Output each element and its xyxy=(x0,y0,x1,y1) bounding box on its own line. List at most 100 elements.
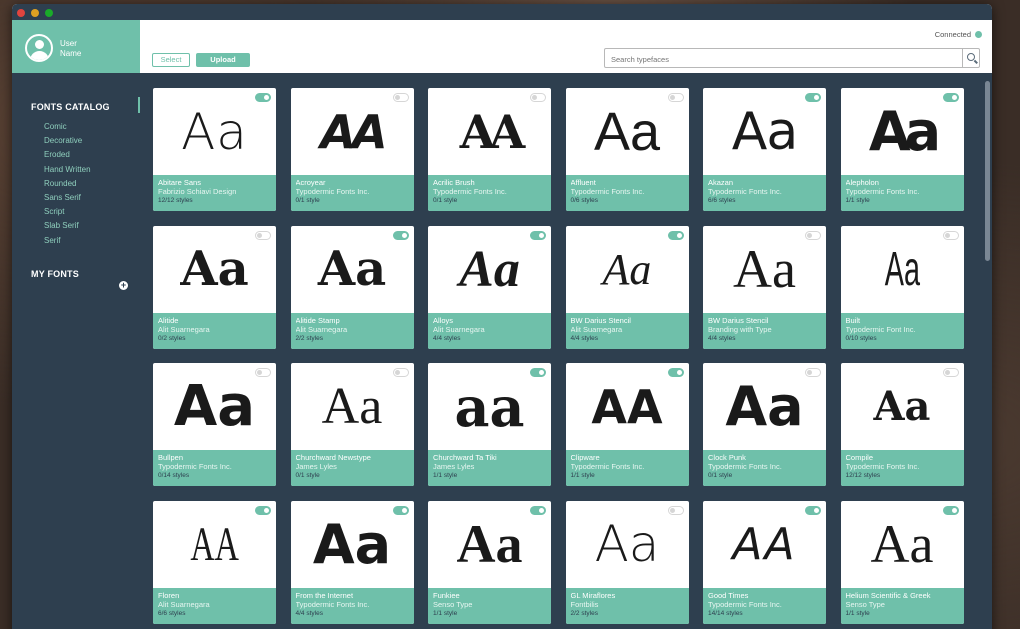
font-enable-toggle[interactable] xyxy=(530,368,546,377)
scrollbar[interactable] xyxy=(985,81,990,261)
sidebar-category-item[interactable]: Eroded xyxy=(44,148,91,162)
plus-circle-icon[interactable]: + xyxy=(119,281,128,290)
font-name: Clock Punk xyxy=(708,453,746,462)
font-card[interactable]: AA Good Times Typodermic Fonts Inc. 14/14 s… xyxy=(703,500,826,624)
font-style-count: 6/6 styles xyxy=(158,609,186,617)
font-sample: Aa xyxy=(321,378,383,435)
font-enable-toggle[interactable] xyxy=(530,230,546,240)
font-enable-toggle[interactable] xyxy=(667,368,684,377)
font-enable-toggle[interactable] xyxy=(255,368,271,377)
font-sample: AA xyxy=(320,104,387,159)
font-card[interactable]: Aa Akazan Typodermic Fonts Inc. 6/6 styles xyxy=(703,88,826,211)
select-button[interactable]: Select xyxy=(152,53,190,67)
font-enable-toggle[interactable] xyxy=(805,505,821,515)
maximize-window-button[interactable] xyxy=(45,9,53,17)
font-info: Clipware Typodermic Fonts Inc. 1/1 style xyxy=(565,450,689,486)
font-card[interactable]: AA Acrilic Brush Typodermic Fonts Inc. 0/1 … xyxy=(428,88,551,211)
sidebar-category-item[interactable]: Decorative xyxy=(44,134,91,148)
sidebar-category-item[interactable]: Sans Serif xyxy=(44,191,91,205)
font-card[interactable]: Aa GL Miraflores Fontbilis 2/2 styles xyxy=(565,500,689,624)
font-enable-toggle[interactable] xyxy=(942,368,959,377)
font-sample: Aa xyxy=(602,244,652,294)
font-enable-toggle[interactable] xyxy=(392,93,409,102)
font-card[interactable]: Aa Compile Typodermic Fonts Inc. 12/12 styl… xyxy=(840,363,964,486)
sidebar-category-item[interactable]: Script xyxy=(44,205,91,219)
font-info: Clock Punk Typodermic Fonts Inc. 0/1 style xyxy=(703,450,826,486)
font-enable-toggle[interactable] xyxy=(805,230,821,240)
font-info: Acroyear Typodermic Fonts Inc. 0/1 style xyxy=(290,175,414,211)
search-field xyxy=(604,48,964,69)
search-button[interactable] xyxy=(962,48,980,68)
font-style-count: 0/1 style xyxy=(708,472,733,479)
font-name: Good Times xyxy=(708,590,749,600)
font-enable-toggle[interactable] xyxy=(255,93,271,102)
font-style-count: 1/1 style xyxy=(433,609,458,617)
font-card[interactable]: Aa From the Internet Typodermic Fonts Inc.… xyxy=(290,500,414,624)
sidebar-category-item[interactable]: Rounded xyxy=(44,177,91,191)
font-card[interactable]: Aa Funkiee Senso Type 1/1 style xyxy=(428,500,551,624)
font-card[interactable]: Aa Alepholon Typodermic Fonts Inc. 1/1 styl… xyxy=(840,88,964,211)
font-sample: Aa xyxy=(868,100,941,163)
font-card[interactable]: Aa Helium Scientific & Greek Senso Type 1/1… xyxy=(840,500,964,624)
user-name-last: Name xyxy=(60,49,82,58)
my-fonts-heading[interactable]: MY FONTS xyxy=(31,269,79,279)
font-card[interactable]: Aa Bullpen Typodermic Fonts Inc. 0/14 style… xyxy=(153,363,276,486)
font-foundry: Typodermic Font Inc. xyxy=(845,324,916,334)
font-card[interactable]: Aa Alloys Alit Suarnegara 4/4 styles xyxy=(428,225,551,349)
font-card[interactable]: Aa Alitide Stamp Alit Suarnegara 2/2 styles xyxy=(290,225,414,349)
font-style-count: 14/14 styles xyxy=(708,609,743,617)
font-enable-toggle[interactable] xyxy=(667,505,684,515)
font-style-count: 0/1 style xyxy=(295,472,320,479)
font-enable-toggle[interactable] xyxy=(255,505,271,515)
font-name: Funkiee xyxy=(433,590,460,600)
minimize-window-button[interactable] xyxy=(31,9,39,17)
font-enable-toggle[interactable] xyxy=(942,93,959,102)
font-enable-toggle[interactable] xyxy=(392,505,409,515)
font-enable-toggle[interactable] xyxy=(805,368,821,377)
font-enable-toggle[interactable] xyxy=(942,505,959,515)
font-card[interactable]: Aa Built Typodermic Font Inc. 0/10 styles xyxy=(840,225,964,349)
font-enable-toggle[interactable] xyxy=(805,93,821,102)
font-enable-toggle[interactable] xyxy=(530,505,546,515)
font-enable-toggle[interactable] xyxy=(392,368,409,377)
font-card[interactable]: Aa BW Darius Stencil Alit Suarnegara 4/4 st… xyxy=(565,225,689,349)
font-card[interactable]: Aa Clock Punk Typodermic Fonts Inc. 0/1 sty… xyxy=(703,363,826,486)
font-enable-toggle[interactable] xyxy=(942,230,959,240)
sidebar-category-item[interactable]: Hand Written xyxy=(44,163,91,177)
font-foundry: Alit Suarnegara xyxy=(158,324,210,334)
font-card[interactable]: Aa Alitide Alit Suarnegara 0/2 styles xyxy=(153,225,276,349)
font-name: Built xyxy=(845,315,861,325)
sidebar-category-item[interactable]: Comic xyxy=(44,120,91,134)
font-enable-toggle[interactable] xyxy=(530,93,546,102)
font-card[interactable]: Aa Abitare Sans Fabrizio Schiavi Design 12/… xyxy=(153,88,276,211)
sidebar-category-item[interactable]: Serif xyxy=(44,234,91,248)
font-style-count: 0/2 styles xyxy=(158,334,186,342)
close-window-button[interactable] xyxy=(17,9,25,17)
font-enable-toggle[interactable] xyxy=(392,230,409,240)
font-style-count: 1/1 style xyxy=(433,472,458,479)
font-enable-toggle[interactable] xyxy=(667,230,684,240)
font-sample: Aa xyxy=(181,102,248,161)
font-card[interactable]: aa Churchward Ta Tiki James Lyles 1/1 style xyxy=(428,363,551,486)
font-sample: Aa xyxy=(456,514,523,574)
search-input[interactable] xyxy=(605,50,963,69)
sidebar-category-item[interactable]: Slab Serif xyxy=(44,219,91,233)
font-info: Floren Alit Suarnegara 6/6 styles xyxy=(153,587,276,624)
font-enable-toggle[interactable] xyxy=(255,230,271,240)
user-profile[interactable]: User Name xyxy=(12,20,140,73)
font-info: Alloys Alit Suarnegara 4/4 styles xyxy=(428,312,551,349)
font-card[interactable]: Aa Affluent Typodermic Fonts Inc. 0/6 style… xyxy=(565,88,689,211)
font-card[interactable]: Aa BW Darius Stencil Branding with Type 4/4… xyxy=(703,225,826,349)
font-enable-toggle[interactable] xyxy=(667,93,684,102)
font-card[interactable]: Aa Churchward Newstype James Lyles 0/1 styl… xyxy=(290,363,414,486)
font-info: Alepholon Typodermic Fonts Inc. 1/1 style xyxy=(840,175,964,211)
font-style-count: 4/4 styles xyxy=(295,609,323,617)
font-card[interactable]: AA Acroyear Typodermic Fonts Inc. 0/1 style xyxy=(290,88,414,211)
font-card[interactable]: AA Clipware Typodermic Fonts Inc. 1/1 style xyxy=(565,363,689,486)
upload-font-button[interactable]: Upload font xyxy=(196,53,250,76)
font-foundry: Senso Type xyxy=(845,599,885,609)
font-card[interactable]: AA Floren Alit Suarnegara 6/6 styles xyxy=(153,500,276,624)
font-sample: AA xyxy=(190,517,239,571)
fonts-catalog-heading[interactable]: FONTS CATALOG xyxy=(31,102,110,112)
font-name: Clipware xyxy=(570,453,600,462)
